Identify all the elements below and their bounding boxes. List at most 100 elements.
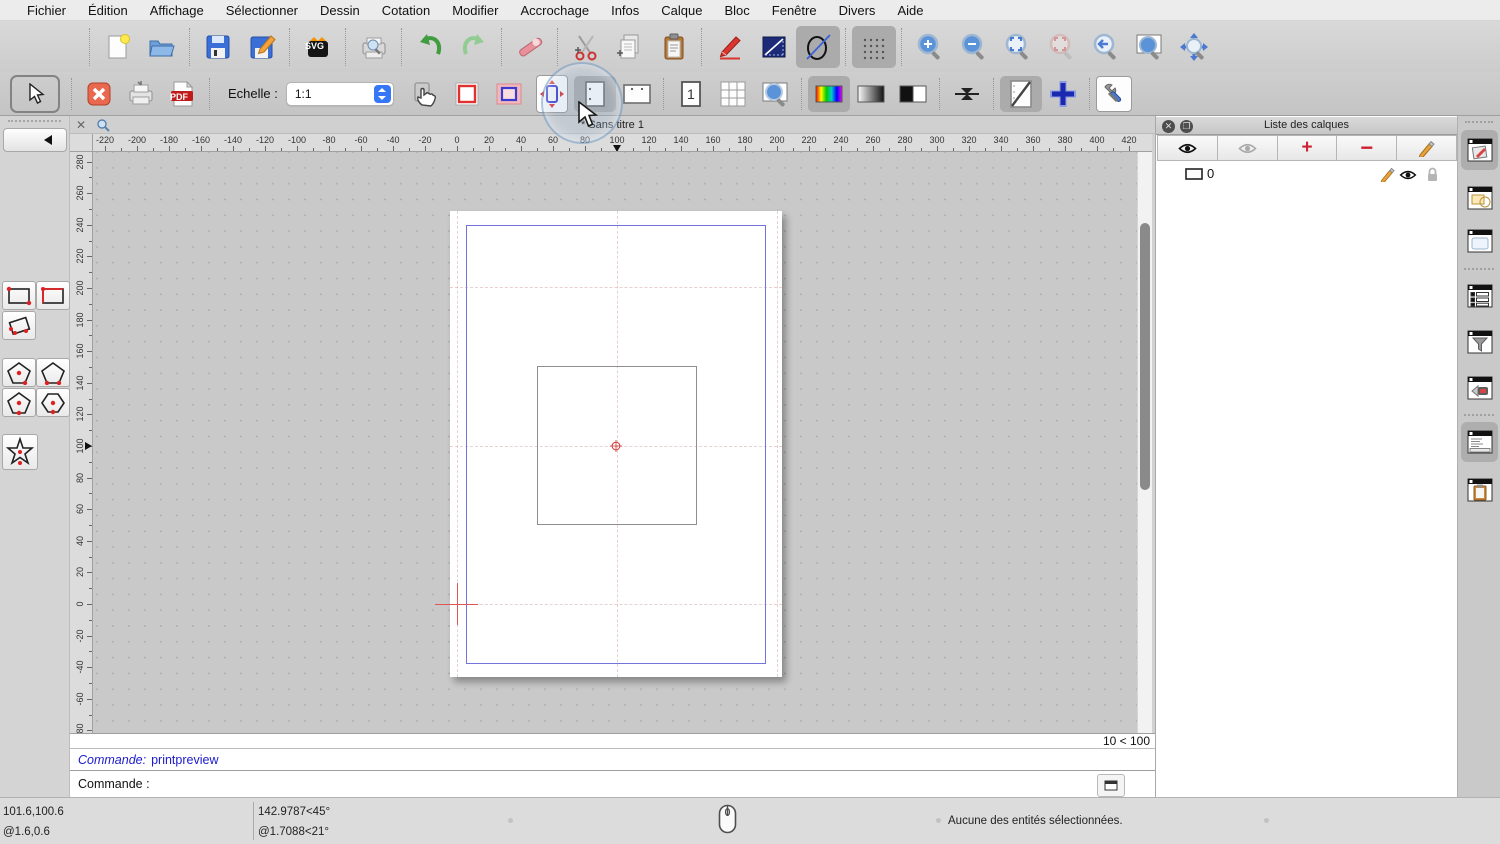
- cut-button[interactable]: [564, 26, 608, 68]
- menu-aide[interactable]: Aide: [886, 3, 934, 18]
- command-input[interactable]: [153, 776, 1155, 792]
- plus-icon: +: [1301, 137, 1313, 158]
- svg-export-button[interactable]: SVG: [296, 26, 340, 68]
- paste-button[interactable]: [652, 26, 696, 68]
- add-layer-button[interactable]: +: [1277, 135, 1338, 161]
- show-all-layers-button[interactable]: [1157, 135, 1218, 161]
- zoom-selection-button[interactable]: [1040, 26, 1084, 68]
- panel-clipboard-button[interactable]: [1461, 470, 1498, 510]
- panel-library-button[interactable]: [1461, 221, 1498, 261]
- draft-mode-button[interactable]: [999, 75, 1042, 112]
- close-print-preview-button[interactable]: [78, 76, 120, 112]
- palette-drag-handle[interactable]: [8, 120, 61, 126]
- tool-rectangle-rotated[interactable]: [2, 311, 36, 340]
- zoom-window-button[interactable]: [1128, 26, 1172, 68]
- zoom-in-button[interactable]: [908, 26, 952, 68]
- palette-back-button[interactable]: [3, 128, 67, 152]
- layer-visibility-eye-icon[interactable]: [1399, 169, 1417, 181]
- hide-all-layers-button[interactable]: [1217, 135, 1278, 161]
- draw-freehand-button[interactable]: [708, 26, 752, 68]
- tool-star[interactable]: [2, 434, 38, 470]
- remove-layer-button[interactable]: −: [1337, 135, 1398, 161]
- command-dock-button[interactable]: [1097, 774, 1125, 797]
- grid-toggle-button[interactable]: [852, 25, 896, 68]
- menu-calque[interactable]: Calque: [650, 3, 713, 18]
- hruler-tick: [1017, 148, 1018, 151]
- zoom-out-button[interactable]: [952, 26, 996, 68]
- menu-accrochage[interactable]: Accrochage: [509, 3, 600, 18]
- menu-affichage[interactable]: Affichage: [139, 3, 215, 18]
- delete-entities-button[interactable]: [508, 26, 552, 68]
- panel-properties-button[interactable]: [1461, 276, 1498, 316]
- zoom-previous-button[interactable]: [1084, 26, 1128, 68]
- open-document-button[interactable]: [140, 26, 184, 68]
- layer-edit-pencil-icon[interactable]: [1380, 167, 1395, 182]
- panel-viewports-button[interactable]: [1461, 368, 1498, 408]
- menu-fichier[interactable]: Fichier: [16, 3, 77, 18]
- multi-page-button[interactable]: [712, 76, 754, 112]
- save-button[interactable]: [196, 26, 240, 68]
- menu-edition[interactable]: Édition: [77, 3, 139, 18]
- paper-border-button[interactable]: [446, 76, 488, 112]
- menu-infos[interactable]: Infos: [600, 3, 650, 18]
- layer-lock-icon[interactable]: [1426, 167, 1439, 182]
- layer-row[interactable]: 0: [1157, 165, 1457, 183]
- tool-polygon-center-corner[interactable]: [2, 358, 36, 387]
- stepper-icon[interactable]: [373, 84, 391, 103]
- scrollbar-thumb[interactable]: [1140, 223, 1150, 490]
- document-tab-title[interactable]: * Sans titre 1: [70, 119, 1155, 131]
- tool-polygon-two-corners[interactable]: [36, 358, 70, 387]
- paper-area-button[interactable]: [488, 76, 530, 112]
- preferences-button[interactable]: [1095, 75, 1132, 112]
- print-button[interactable]: [120, 76, 162, 112]
- print-preview-button[interactable]: [352, 26, 396, 68]
- tool-rectangle-size[interactable]: [2, 281, 36, 310]
- dock-drag-handle[interactable]: [1465, 121, 1493, 127]
- draw-polyline-button[interactable]: [752, 26, 796, 68]
- scale-combobox[interactable]: 1:1: [285, 81, 394, 106]
- menu-dessin[interactable]: Dessin: [309, 3, 371, 18]
- new-document-button[interactable]: [96, 26, 140, 68]
- tool-rectangle-corner[interactable]: [36, 281, 70, 310]
- flatten-preview-button[interactable]: [946, 76, 988, 112]
- hruler-label: -20: [418, 135, 432, 145]
- hruler-tick: [361, 146, 362, 151]
- crosshair-button[interactable]: [1042, 76, 1084, 112]
- edit-layer-button[interactable]: [1397, 135, 1457, 161]
- pan-hand-button[interactable]: [404, 76, 446, 112]
- menu-divers[interactable]: Divers: [828, 3, 887, 18]
- tool-hexagon[interactable]: [36, 388, 70, 417]
- blackwhite-mode-button[interactable]: [892, 76, 934, 112]
- menu-selectionner[interactable]: Sélectionner: [215, 3, 309, 18]
- draw-ellipse-button[interactable]: [796, 25, 840, 68]
- color-mode-button[interactable]: [807, 75, 850, 112]
- vertical-scrollbar[interactable]: [1137, 152, 1152, 733]
- hruler-tick: [1049, 148, 1050, 151]
- menu-cotation[interactable]: Cotation: [371, 3, 441, 18]
- zoom-pan-button[interactable]: [1172, 26, 1216, 68]
- fit-to-page-button[interactable]: [535, 74, 568, 113]
- menu-bloc[interactable]: Bloc: [713, 3, 760, 18]
- menu-fenetre[interactable]: Fenêtre: [761, 3, 828, 18]
- grayscale-mode-button[interactable]: [850, 76, 892, 112]
- page-landscape-button[interactable]: [616, 76, 658, 112]
- selection-pointer-button[interactable]: [10, 74, 60, 113]
- undo-button[interactable]: [408, 26, 452, 68]
- tool-polygon-center-side[interactable]: [2, 388, 36, 417]
- zoom-auto-button[interactable]: [996, 26, 1040, 68]
- single-page-button[interactable]: 1: [670, 76, 712, 112]
- save-as-button[interactable]: [240, 26, 284, 68]
- panel-command-line-button[interactable]: [1461, 422, 1498, 462]
- copy-button[interactable]: [608, 26, 652, 68]
- redo-button[interactable]: [452, 26, 496, 68]
- pdf-export-button[interactable]: PDF: [162, 76, 204, 112]
- panel-layers-button[interactable]: [1461, 130, 1498, 170]
- zoom-to-page-button[interactable]: [754, 76, 796, 112]
- panel-blocks-button[interactable]: [1461, 178, 1498, 218]
- page-portrait-button[interactable]: [573, 75, 616, 112]
- drawing-canvas[interactable]: [93, 152, 1137, 733]
- toolbar-separator: [662, 77, 665, 110]
- menu-modifier[interactable]: Modifier: [441, 3, 509, 18]
- panel-filter-button[interactable]: [1461, 322, 1498, 362]
- vruler-tick: [87, 161, 92, 163]
